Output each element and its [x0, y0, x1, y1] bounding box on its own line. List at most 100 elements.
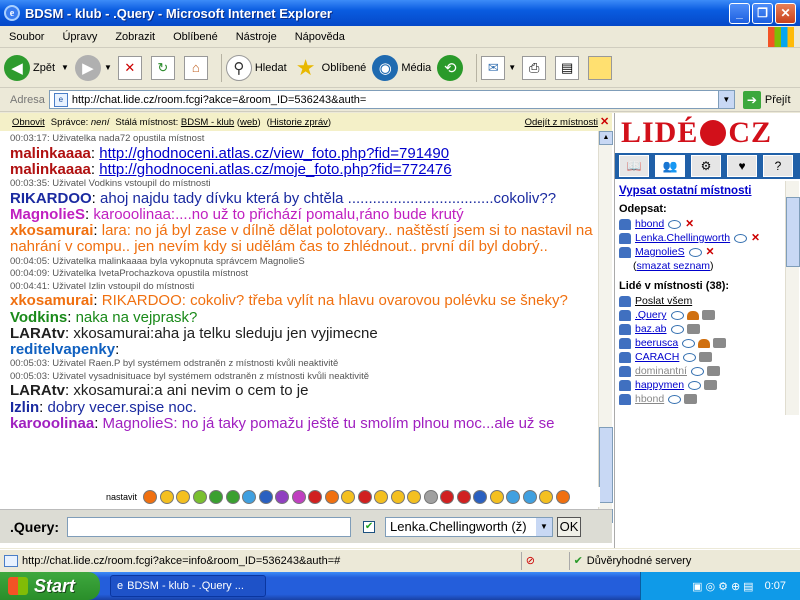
emoticon-icon[interactable]: [176, 490, 191, 504]
camera-icon[interactable]: [701, 310, 715, 320]
emoticon-icon[interactable]: [357, 490, 372, 504]
back-button[interactable]: ◀ Zpět ▼: [4, 54, 69, 81]
clear-list-link[interactable]: smazat seznam: [637, 260, 711, 272]
forward-button[interactable]: ▶ ▼: [74, 54, 112, 81]
send-all-link[interactable]: Poslat všem: [635, 295, 692, 307]
menu-view[interactable]: Zobrazit: [106, 31, 164, 43]
unsub-user-name[interactable]: MagnolieS: [635, 246, 685, 258]
sidebar-scrollbar[interactable]: [785, 181, 800, 415]
unsub-user-name[interactable]: Lenka.Chellingworth: [635, 232, 730, 244]
camera-icon[interactable]: [699, 352, 713, 362]
mail-button[interactable]: ✉ ▼: [481, 55, 516, 80]
emoticon-icon[interactable]: [473, 490, 488, 504]
emoticon-icon[interactable]: [209, 490, 224, 504]
camera-icon[interactable]: [713, 338, 727, 348]
emoticon-icon[interactable]: [341, 490, 356, 504]
message-nick[interactable]: xkosamurai: [10, 293, 93, 309]
message-nick[interactable]: xkosamurai: [10, 223, 93, 239]
favorites-button[interactable]: ★ Oblíbené: [293, 55, 367, 81]
chevron-down-icon[interactable]: ▼: [536, 517, 553, 536]
message-bubble-icon[interactable]: [670, 310, 684, 320]
emoticon-icon[interactable]: [143, 490, 158, 504]
emoticon-icon[interactable]: [489, 490, 504, 504]
emoticon-icon[interactable]: [324, 490, 339, 504]
maximize-button[interactable]: ❐: [752, 2, 773, 24]
emoticon-icon[interactable]: [159, 490, 174, 504]
close-button[interactable]: ✕: [775, 2, 796, 24]
emoticon-icon[interactable]: [390, 490, 405, 504]
emoticon-icon[interactable]: [308, 490, 323, 504]
refresh-button[interactable]: ↻: [150, 55, 178, 80]
tab-book-icon[interactable]: 📖: [619, 155, 649, 177]
message-bubble-icon[interactable]: [683, 352, 697, 362]
message-link[interactable]: http://ghodnoceni.atlas.cz/view_foto.php…: [99, 146, 449, 162]
message-bubble-icon[interactable]: [734, 233, 748, 243]
address-input[interactable]: e http://chat.lide.cz/room.fcgi?akce=&ro…: [48, 90, 735, 109]
stop-button[interactable]: ✕: [117, 55, 145, 80]
list-rooms-link[interactable]: Vypsat ostatní místnosti: [619, 185, 785, 197]
chevron-down-icon[interactable]: ▼: [104, 63, 112, 72]
menu-help[interactable]: Nápověda: [286, 31, 354, 43]
people-item[interactable]: .Query: [619, 308, 785, 322]
people-item[interactable]: happymen: [619, 378, 785, 392]
emoticon-icon[interactable]: [440, 490, 455, 504]
emoticon-icon[interactable]: [192, 490, 207, 504]
people-name[interactable]: .Query: [635, 309, 667, 321]
camera-icon[interactable]: [706, 366, 720, 376]
message-nick[interactable]: LARAtv: [10, 383, 65, 399]
tray-icons[interactable]: ▣◎⚙⊕▤: [692, 580, 756, 593]
emoticon-icon[interactable]: [456, 490, 471, 504]
minimize-button[interactable]: _: [729, 2, 750, 24]
menu-edit[interactable]: Úpravy: [53, 31, 106, 43]
chevron-down-icon[interactable]: ▼: [61, 63, 69, 72]
message-nick[interactable]: LARAtv: [10, 326, 65, 342]
leave-room-link[interactable]: Odejít z místnosti: [525, 117, 598, 128]
whisper-checkbox[interactable]: ✔: [363, 520, 376, 533]
menu-favorites[interactable]: Oblíbené: [164, 31, 227, 43]
emoticon-icon[interactable]: [258, 490, 273, 504]
scroll-thumb[interactable]: [786, 197, 800, 267]
people-item[interactable]: hbond: [619, 392, 785, 406]
message-nick[interactable]: malinkaaaa: [10, 146, 91, 162]
people-name[interactable]: CARACH: [635, 351, 679, 363]
unsub-user-item[interactable]: hbond ✕: [619, 217, 785, 231]
emoticon-icon[interactable]: [374, 490, 389, 504]
unsub-user-item[interactable]: MagnolieS ✕: [619, 245, 785, 259]
emoticon-icon[interactable]: [242, 490, 257, 504]
people-name[interactable]: dominantní: [635, 365, 687, 377]
history-link[interactable]: Historie zpráv: [270, 117, 328, 128]
message-bubble-icon[interactable]: [688, 247, 702, 257]
messenger-button[interactable]: [588, 55, 615, 80]
tab-help-icon[interactable]: ?: [763, 155, 793, 177]
menu-file[interactable]: Soubor: [0, 31, 53, 43]
message-nick[interactable]: reditelvapenky: [10, 342, 115, 358]
message-bubble-icon[interactable]: [682, 338, 696, 348]
emoticon-icon[interactable]: [522, 490, 537, 504]
chat-scrollbar[interactable]: ▲ ▼: [598, 131, 613, 523]
search-button[interactable]: ⚲ Hledat: [225, 54, 287, 81]
taskbar-ie-item[interactable]: e BDSM - klub - .Query ...: [110, 575, 266, 597]
home-button[interactable]: ⌂: [183, 55, 211, 80]
message-nick[interactable]: Izlin: [10, 400, 39, 416]
message-link[interactable]: http://ghodnoceni.atlas.cz/moje_foto.php…: [99, 162, 451, 178]
scroll-up-icon[interactable]: ▲: [599, 131, 613, 145]
unsub-user-name[interactable]: hbond: [635, 218, 664, 230]
menu-tools[interactable]: Nástroje: [227, 31, 286, 43]
emoticon-icon[interactable]: [275, 490, 290, 504]
people-name[interactable]: hbond: [635, 393, 664, 405]
message-bubble-icon[interactable]: [688, 380, 702, 390]
camera-icon[interactable]: [684, 394, 698, 404]
remove-icon[interactable]: ✕: [706, 246, 715, 258]
message-nick[interactable]: RIKARDOO: [10, 191, 92, 207]
media-button[interactable]: ◉ Média: [372, 54, 431, 81]
emoticon-settings-label[interactable]: nastavit: [106, 492, 137, 502]
camera-icon[interactable]: [704, 380, 718, 390]
message-bubble-icon[interactable]: [668, 219, 682, 229]
emoticon-icon[interactable]: [407, 490, 422, 504]
people-name[interactable]: baz.ab: [635, 323, 667, 335]
message-nick[interactable]: malinkaaaa: [10, 162, 91, 178]
people-name[interactable]: happymen: [635, 379, 684, 391]
refresh-link[interactable]: Obnovit: [12, 117, 45, 128]
go-button[interactable]: ➔ Přejít: [742, 90, 791, 109]
emoticon-icon[interactable]: [555, 490, 570, 504]
